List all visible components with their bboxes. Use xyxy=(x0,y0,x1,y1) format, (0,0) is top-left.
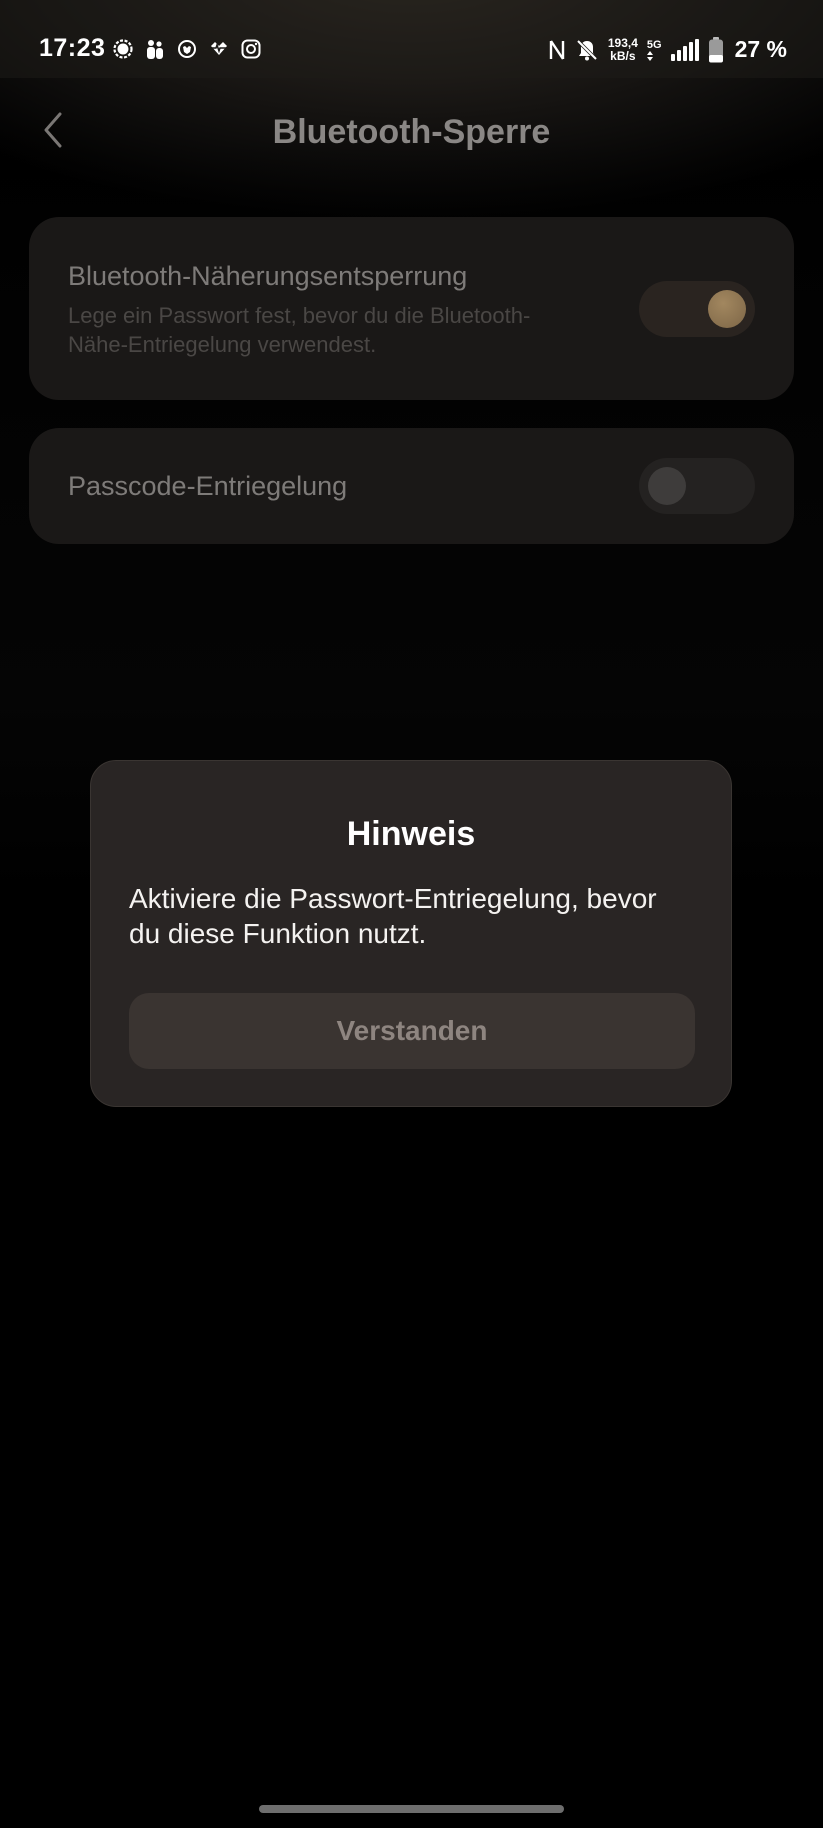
signal-messenger-icon xyxy=(113,39,133,59)
notice-dialog: Hinweis Aktiviere die Passwort-Entriegel… xyxy=(90,760,732,1107)
toggle-knob xyxy=(648,467,686,505)
heart-rate-icon xyxy=(211,42,227,55)
toggle-knob xyxy=(708,290,746,328)
gesture-bar[interactable] xyxy=(259,1805,564,1813)
battery-percent: 27 % xyxy=(734,36,787,62)
family-icon xyxy=(147,40,163,59)
mute-bell-icon xyxy=(576,39,598,60)
battery-icon xyxy=(708,36,723,62)
status-bar: 17:23 193,4 kB/s 5G 27 % xyxy=(0,0,823,78)
screen: 17:23 193,4 kB/s 5G 27 % Bluetooth-Sperr… xyxy=(0,0,823,1828)
network-label: 5G xyxy=(646,38,662,51)
page-title: Bluetooth-Sperre xyxy=(272,113,551,151)
data-arrows-icon xyxy=(646,50,653,61)
instagram-icon xyxy=(241,39,261,59)
signal-strength-icon xyxy=(670,38,699,61)
data-rate-unit: kB/s xyxy=(610,48,636,63)
bluetooth-proximity-toggle[interactable] xyxy=(639,281,755,337)
nfc-icon xyxy=(549,39,565,60)
status-right: 193,4 kB/s 5G 27 % xyxy=(548,36,787,63)
setting-passcode-unlock[interactable]: Passcode-Entriegelung xyxy=(29,428,794,544)
data-rate-value: 193,4 xyxy=(607,35,638,50)
setting-bluetooth-proximity[interactable]: Bluetooth-Näherungsentsperrung Lege ein … xyxy=(29,217,794,400)
network-type: 5G xyxy=(646,38,662,61)
dialog-message: Aktiviere die Passwort-Entriegelung, bev… xyxy=(129,883,657,949)
notification-icons xyxy=(112,38,262,60)
lion-app-icon xyxy=(178,40,196,58)
passcode-unlock-toggle[interactable] xyxy=(639,458,755,514)
setting-subtitle: Lege ein Passwort fest, bevor du die Blu… xyxy=(68,303,531,357)
dialog-title: Hinweis xyxy=(346,815,476,853)
data-rate: 193,4 kB/s xyxy=(607,35,638,63)
status-time: 17:23 xyxy=(39,34,106,62)
understood-button[interactable]: Verstanden xyxy=(129,993,695,1069)
setting-title: Bluetooth-Näherungsentsperrung xyxy=(68,261,468,291)
setting-title: Passcode-Entriegelung xyxy=(68,471,348,501)
